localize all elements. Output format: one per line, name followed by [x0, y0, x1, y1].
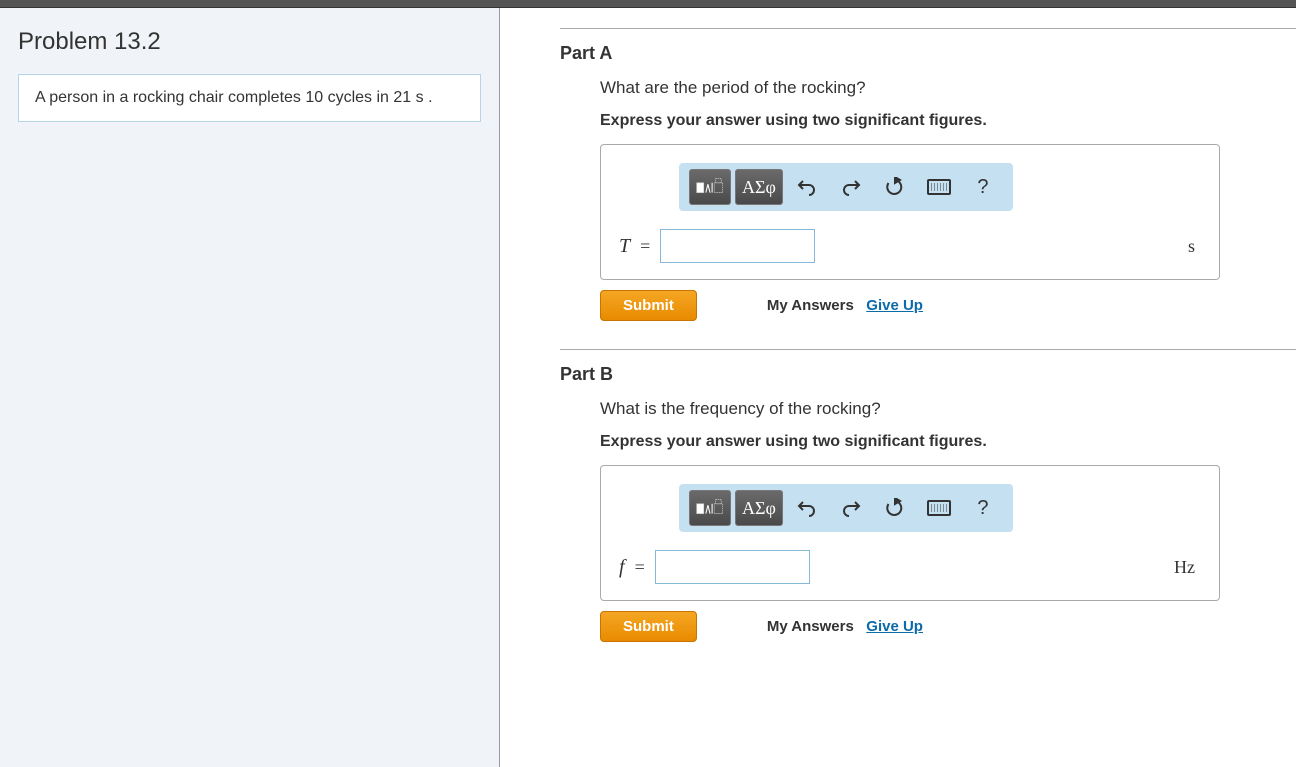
- part-a-my-answers-link[interactable]: My Answers: [767, 297, 854, 314]
- keyboard-button[interactable]: [919, 490, 959, 526]
- part-a-actions: Submit My Answers Give Up: [600, 290, 1266, 321]
- part-b-answer-row: f = Hz: [619, 550, 1201, 584]
- part-b-instruction: Express your answer using two significan…: [600, 433, 1266, 451]
- part-a-question: What are the period of the rocking?: [600, 78, 1266, 98]
- reset-button[interactable]: [875, 169, 915, 205]
- part-b-submit-button[interactable]: Submit: [600, 611, 697, 642]
- reset-button[interactable]: [875, 490, 915, 526]
- part-b-my-answers-link[interactable]: My Answers: [767, 618, 854, 635]
- undo-icon: [797, 178, 817, 196]
- part-a-title: Part A: [560, 43, 1296, 64]
- reset-icon: [885, 498, 905, 518]
- keyboard-button[interactable]: [919, 169, 959, 205]
- part-a-give-up-link[interactable]: Give Up: [866, 297, 923, 314]
- part-a-submit-button[interactable]: Submit: [600, 290, 697, 321]
- part-b-give-up-link[interactable]: Give Up: [866, 618, 923, 635]
- part-b-question: What is the frequency of the rocking?: [600, 399, 1266, 419]
- part-a-variable: T: [619, 235, 630, 258]
- keyboard-icon: [927, 500, 951, 516]
- part-b-answer-input[interactable]: [655, 550, 810, 584]
- problem-title: Problem 13.2: [18, 28, 481, 56]
- answer-panel: Part A What are the period of the rockin…: [500, 8, 1296, 767]
- part-a-answer-row: T = s: [619, 229, 1201, 263]
- redo-icon: [841, 178, 861, 196]
- undo-button[interactable]: [787, 490, 827, 526]
- part-a-instruction: Express your answer using two significan…: [600, 112, 1266, 130]
- part-b-title: Part B: [560, 364, 1296, 385]
- help-button[interactable]: ?: [963, 490, 1003, 526]
- undo-icon: [797, 499, 817, 517]
- redo-button[interactable]: [831, 490, 871, 526]
- math-template-button[interactable]: [689, 169, 731, 205]
- part-a-answer-box: ΑΣφ ?: [600, 144, 1220, 280]
- part-a-unit: s: [1188, 236, 1195, 257]
- part-b-toolbar: ΑΣφ ?: [679, 484, 1013, 532]
- keyboard-icon: [927, 179, 951, 195]
- problem-description: A person in a rocking chair completes 10…: [18, 74, 481, 122]
- window-top-bar: [0, 0, 1296, 8]
- part-b-variable: f: [619, 556, 625, 579]
- math-template-icon: [696, 497, 724, 519]
- problem-panel: Problem 13.2 A person in a rocking chair…: [0, 8, 500, 767]
- part-b: Part B What is the frequency of the rock…: [500, 349, 1296, 656]
- redo-icon: [841, 499, 861, 517]
- redo-button[interactable]: [831, 169, 871, 205]
- equals-sign: =: [635, 557, 645, 578]
- greek-symbols-button[interactable]: ΑΣφ: [735, 169, 783, 205]
- undo-button[interactable]: [787, 169, 827, 205]
- equals-sign: =: [640, 236, 650, 257]
- part-b-unit: Hz: [1174, 557, 1195, 578]
- part-b-actions: Submit My Answers Give Up: [600, 611, 1266, 642]
- part-b-answer-box: ΑΣφ ?: [600, 465, 1220, 601]
- part-a-toolbar: ΑΣφ ?: [679, 163, 1013, 211]
- help-button[interactable]: ?: [963, 169, 1003, 205]
- main-container: Problem 13.2 A person in a rocking chair…: [0, 8, 1296, 767]
- math-template-icon: [696, 176, 724, 198]
- part-a: Part A What are the period of the rockin…: [500, 28, 1296, 335]
- reset-icon: [885, 177, 905, 197]
- part-a-answer-input[interactable]: [660, 229, 815, 263]
- greek-symbols-button[interactable]: ΑΣφ: [735, 490, 783, 526]
- math-template-button[interactable]: [689, 490, 731, 526]
